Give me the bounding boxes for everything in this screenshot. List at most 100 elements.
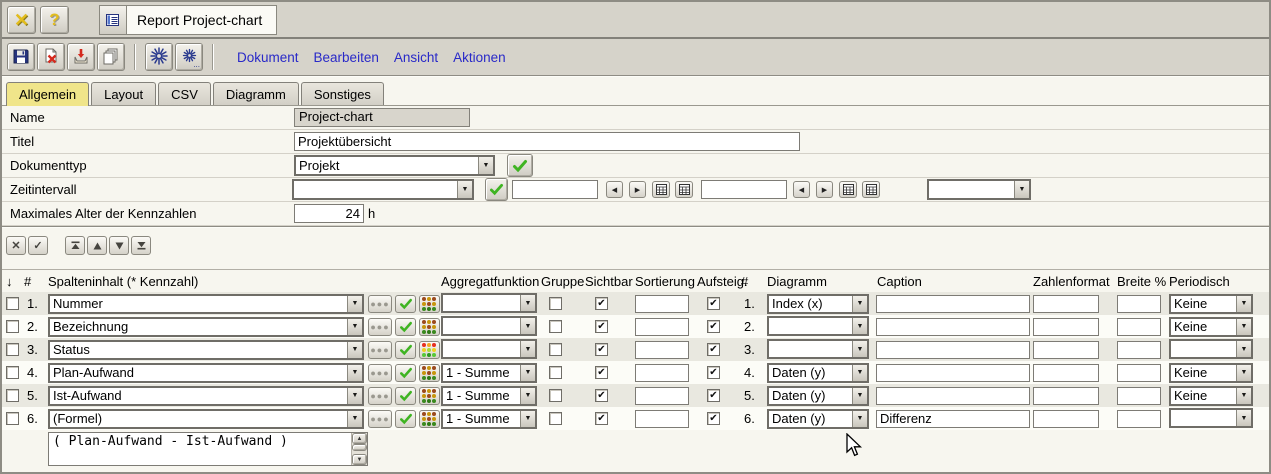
date-to-input[interactable]: [701, 180, 787, 199]
kpi-colors-button[interactable]: [419, 341, 440, 359]
diagramm-select[interactable]: Daten (y) ▼: [767, 363, 869, 383]
dokumenttyp-apply-button[interactable]: [507, 154, 533, 177]
date-from-prev-button[interactable]: ◀: [606, 181, 623, 198]
diagramm-select[interactable]: ▼: [767, 339, 869, 359]
diagramm-select[interactable]: Daten (y) ▼: [767, 409, 869, 429]
sichtbar-checkbox[interactable]: ✔: [595, 343, 608, 356]
menu-item[interactable]: Ansicht: [394, 50, 438, 65]
document-tab[interactable]: Report Project-chart: [99, 5, 277, 35]
aggregatfunktion-select[interactable]: ▼: [441, 293, 537, 313]
periodisch-select[interactable]: ▼: [1169, 339, 1253, 359]
row-select-checkbox[interactable]: [6, 343, 19, 356]
date-from-calendar2-button[interactable]: [675, 181, 693, 198]
row-select-checkbox[interactable]: [6, 389, 19, 402]
lookup-button[interactable]: ●●●: [368, 341, 392, 359]
row-select-checkbox[interactable]: [6, 297, 19, 310]
move-bottom-button[interactable]: [131, 236, 151, 255]
date-to-calendar2-button[interactable]: [862, 181, 880, 198]
breite-input[interactable]: [1117, 295, 1161, 313]
caption-input[interactable]: [876, 295, 1030, 313]
kpi-colors-button[interactable]: [419, 318, 440, 336]
zahlenformat-input[interactable]: [1033, 295, 1099, 313]
sortierung-input[interactable]: [635, 341, 689, 359]
breite-input[interactable]: [1117, 387, 1161, 405]
periodisch-select[interactable]: Keine ▼: [1169, 363, 1253, 383]
gruppe-checkbox[interactable]: [549, 389, 562, 402]
move-up-button[interactable]: [87, 236, 107, 255]
gruppe-checkbox[interactable]: [549, 343, 562, 356]
aggregatfunktion-select[interactable]: ▼: [441, 316, 537, 336]
caption-input[interactable]: [876, 341, 1030, 359]
periodisch-select[interactable]: Keine ▼: [1169, 386, 1253, 406]
date-from-calendar-button[interactable]: [652, 181, 670, 198]
aggregatfunktion-select[interactable]: 1 - Summe ▼: [441, 386, 537, 406]
import-button[interactable]: [67, 43, 95, 71]
sichtbar-checkbox[interactable]: ✔: [595, 320, 608, 333]
sortierung-input[interactable]: [635, 410, 689, 428]
aggregatfunktion-select[interactable]: 1 - Summe ▼: [441, 409, 537, 429]
date-from-next-button[interactable]: ▶: [629, 181, 646, 198]
aufsteigend-checkbox[interactable]: ✔: [707, 389, 720, 402]
menu-item[interactable]: Dokument: [237, 50, 299, 65]
apply-row-button[interactable]: [395, 364, 416, 382]
aggregatfunktion-select[interactable]: 1 - Summe ▼: [441, 363, 537, 383]
apply-row-button[interactable]: [395, 341, 416, 359]
zahlenformat-input[interactable]: [1033, 387, 1099, 405]
aufsteigend-checkbox[interactable]: ✔: [707, 412, 720, 425]
move-top-button[interactable]: [65, 236, 85, 255]
spalteninhalt-select[interactable]: Status ▼: [48, 340, 364, 360]
periodisch-select[interactable]: Keine ▼: [1169, 294, 1253, 314]
scroll-thumb[interactable]: [352, 444, 367, 451]
apply-columns-button[interactable]: ✓: [28, 236, 48, 255]
aufsteigend-checkbox[interactable]: ✔: [707, 343, 720, 356]
date-to-prev-button[interactable]: ◀: [793, 181, 810, 198]
sichtbar-checkbox[interactable]: ✔: [595, 389, 608, 402]
sortierung-input[interactable]: [635, 387, 689, 405]
caption-input[interactable]: [876, 318, 1030, 336]
apply-row-button[interactable]: [395, 387, 416, 405]
interval-unit-select[interactable]: ▼: [927, 179, 1031, 200]
zeitintervall-apply-button[interactable]: [485, 178, 508, 201]
aggregatfunktion-select[interactable]: ▼: [441, 339, 537, 359]
row-select-checkbox[interactable]: [6, 366, 19, 379]
date-from-input[interactable]: [512, 180, 598, 199]
breite-input[interactable]: [1117, 364, 1161, 382]
remove-column-button[interactable]: ✕: [6, 236, 26, 255]
diagramm-select[interactable]: Index (x) ▼: [767, 294, 869, 314]
run-report-button[interactable]: [145, 43, 173, 71]
diagramm-select[interactable]: ▼: [767, 316, 869, 336]
periodisch-select[interactable]: Keine ▼: [1169, 317, 1253, 337]
gruppe-checkbox[interactable]: [549, 412, 562, 425]
date-to-next-button[interactable]: ▶: [816, 181, 833, 198]
lookup-button[interactable]: ●●●: [368, 295, 392, 313]
lookup-button[interactable]: ●●●: [368, 364, 392, 382]
tab[interactable]: Sonstiges: [301, 82, 384, 105]
kpi-colors-button[interactable]: [419, 410, 440, 428]
kpi-colors-button[interactable]: [419, 387, 440, 405]
tab[interactable]: Diagramm: [213, 82, 299, 105]
apply-row-button[interactable]: [395, 410, 416, 428]
zeitintervall-select[interactable]: ▼: [292, 179, 474, 200]
aufsteigend-checkbox[interactable]: ✔: [707, 366, 720, 379]
zahlenformat-input[interactable]: [1033, 364, 1099, 382]
sichtbar-checkbox[interactable]: ✔: [595, 366, 608, 379]
dokumenttyp-select[interactable]: Projekt ▼: [294, 155, 495, 176]
max-alter-input[interactable]: [294, 204, 364, 223]
aufsteigend-checkbox[interactable]: ✔: [707, 297, 720, 310]
lookup-button[interactable]: ●●●: [368, 318, 392, 336]
formula-text[interactable]: ( Plan-Aufwand - Ist-Aufwand ): [49, 433, 351, 465]
caption-input[interactable]: [876, 410, 1030, 428]
formula-scrollbar[interactable]: ▲ ▼: [351, 433, 367, 465]
date-to-calendar-button[interactable]: [839, 181, 857, 198]
zahlenformat-input[interactable]: [1033, 318, 1099, 336]
sortierung-input[interactable]: [635, 295, 689, 313]
spalteninhalt-select[interactable]: Nummer ▼: [48, 294, 364, 314]
gruppe-checkbox[interactable]: [549, 320, 562, 333]
periodisch-select[interactable]: ▼: [1169, 408, 1253, 428]
help-button[interactable]: ?: [40, 6, 69, 34]
tab[interactable]: Allgemein: [6, 82, 89, 106]
gruppe-checkbox[interactable]: [549, 366, 562, 379]
caption-input[interactable]: [876, 364, 1030, 382]
sortierung-input[interactable]: [635, 318, 689, 336]
apply-row-button[interactable]: [395, 295, 416, 313]
